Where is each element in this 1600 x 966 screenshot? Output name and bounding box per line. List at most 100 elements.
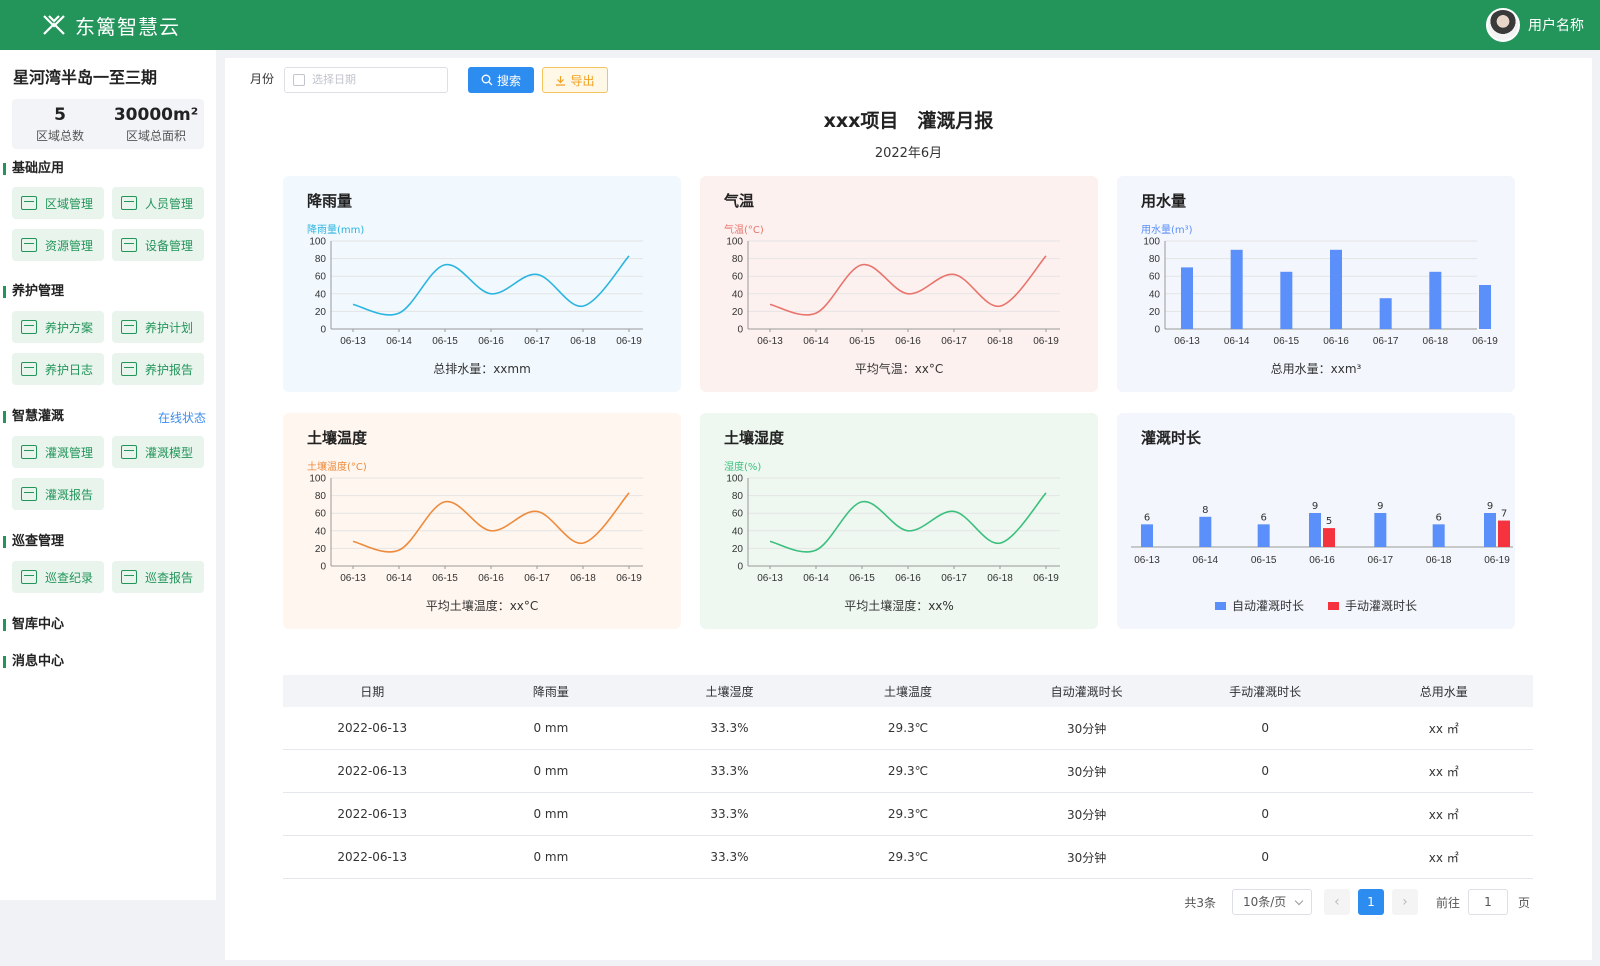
section-inspection[interactable]: 巡查管理 [0,534,64,550]
section-messages[interactable]: 消息中心 [0,654,64,670]
search-label: 搜索 [496,73,521,88]
page-1-button[interactable]: 1 [1357,889,1384,915]
section-knowledge[interactable]: 智库中心 [0,617,64,633]
section-irrigation[interactable]: 智慧灌溉 [0,409,64,425]
month-label: 月份 [250,72,275,86]
y-tick-label: 0 [320,325,326,336]
y-tick-label: 100 [726,237,743,248]
nav-maintenance-report[interactable]: 养护报告 [112,353,204,385]
card-footer: 平均气温：xx°C [854,362,944,376]
online-status-link[interactable]: 在线状态 [158,409,206,426]
y-tick-label: 60 [315,272,327,283]
table-body: 2022-06-13 0 mm 33.3% 29.3℃ 30分钟 0 xx ㎡ 2022-06… [283,707,1533,879]
logo[interactable]: 东篱智慧云 [42,11,180,40]
card-footer: 总排水量：xxmm [433,362,531,376]
page-suffix: 页 [1517,895,1530,910]
search-button[interactable]: 搜索 [468,67,534,93]
date-picker-input[interactable]: 选择日期 [284,67,448,93]
bar [1479,285,1491,329]
download-icon [556,75,566,86]
stats-box: 5 区域总数 30000m² 区域总面积 [12,99,204,149]
image-icon [21,238,37,252]
user-name[interactable]: 用户名称 [1528,15,1584,35]
nav-label: 巡查纪录 [45,570,94,585]
table-cell: 2022-06-13 [337,721,408,735]
rainfall-card: 降雨量 降雨量(mm) 0 20 40 60 80 100 06-13 06-14 06-15 0… [283,176,681,392]
temperature-card: 气温 气温(°C) 0 20 40 60 80 100 06-13 06-14 06-15 06-… [700,176,1098,392]
nav-inspection-record[interactable]: 巡查纪录 [12,561,104,593]
nav-maintenance-schedule[interactable]: 养护计划 [112,311,204,343]
temperature-chart: 0 20 40 60 80 100 06-13 06-14 06-15 06-16 06-17 06-… [726,237,1060,347]
y-tick-label: 80 [315,254,327,265]
search-icon [481,74,493,86]
bar-manual [1498,520,1510,547]
nav-irrigation-management[interactable]: 灌溉管理 [12,436,104,468]
bar-manual [1323,528,1335,547]
nav-irrigation-model[interactable]: 灌溉模型 [112,436,204,468]
card-title: 用水量 [1141,192,1187,210]
stat-area-count: 5 区域总数 [12,99,108,149]
x-tick-label: 06-13 [340,573,366,584]
rainfall-chart: 0 20 40 60 80 100 06-13 06-14 06-15 06-16 06-17 06-… [309,237,643,347]
data-label: 9 [1377,501,1383,512]
nav-inspection-report[interactable]: 巡查报告 [112,561,204,593]
user-menu[interactable]: 用户名称 [1486,8,1584,42]
table-cell: 0 mm [533,807,569,821]
next-page-button[interactable]: › [1391,889,1418,915]
x-tick-label: 06-14 [803,336,829,347]
table-cell: 33.3% [710,807,749,821]
column-header: 日期 [360,684,385,699]
legend-label: 手动灌溉时长 [1345,599,1418,613]
data-label: 5 [1326,516,1332,527]
nav-staff-management[interactable]: 人员管理 [112,187,204,219]
nav-area-management[interactable]: 区域管理 [12,187,104,219]
x-tick-label: 06-14 [803,573,829,584]
x-tick-label: 06-15 [432,336,458,347]
goto-page-input[interactable]: 1 [1467,889,1508,915]
nav-irrigation-report[interactable]: 灌溉报告 [12,478,104,510]
table-cell: xx ㎡ [1428,764,1459,779]
nav-maintenance-plan[interactable]: 养护方案 [12,311,104,343]
stat-area-total: 30000m² 区域总面积 [108,99,204,149]
section-maintenance[interactable]: 养护管理 [0,284,64,300]
calendar-icon [121,320,137,334]
nav-device-management[interactable]: 设备管理 [112,229,204,261]
y-tick-label: 60 [732,272,744,283]
y-tick-label: 80 [732,254,744,265]
nav-maintenance-log[interactable]: 养护日志 [12,353,104,385]
section-basic[interactable]: 基础应用 [0,161,64,177]
x-tick-label: 06-15 [849,573,875,584]
nav-label: 区域管理 [45,196,94,211]
x-tick-label: 06-19 [1472,336,1498,347]
y-tick-label: 40 [315,289,327,300]
table-cell: 2022-06-13 [337,764,408,778]
nav-label: 灌溉报告 [45,487,94,502]
y-tick-label: 100 [726,474,743,485]
bar [1230,249,1243,329]
x-tick-label: 06-18 [1426,555,1452,566]
y-tick-label: 0 [320,562,326,573]
page-size-select[interactable]: 10条/页 [1231,889,1312,915]
y-tick-label: 20 [315,544,327,555]
legend-item-manual[interactable]: 手动灌溉时长 [1328,597,1417,614]
report-icon [21,487,37,501]
bar-auto [1484,513,1496,547]
nav-resource-management[interactable]: 资源管理 [12,229,104,261]
model-icon [121,445,137,459]
export-button[interactable]: 导出 [542,67,608,93]
nav-label: 养护计划 [145,320,194,335]
soil-humidity-card: 土壤湿度 湿度(%) 0 20 40 60 80 100 06-13 06-14 06-15 06… [700,413,1098,629]
stat-value: 5 [54,105,66,125]
nav-label: 人员管理 [145,196,194,211]
legend-label: 自动灌溉时长 [1231,599,1304,613]
y-tick-label: 40 [732,526,744,537]
avatar[interactable] [1486,8,1520,42]
y-tick-label: 60 [315,509,327,520]
prev-page-button[interactable]: ‹ [1323,889,1350,915]
column-header: 土壤温度 [884,684,933,699]
app-title: 东篱智慧云 [75,14,180,39]
legend-item-auto[interactable]: 自动灌溉时长 [1214,597,1304,614]
search-doc-icon [21,570,37,584]
export-label: 导出 [570,73,595,88]
x-tick-label: 06-15 [1251,555,1277,566]
